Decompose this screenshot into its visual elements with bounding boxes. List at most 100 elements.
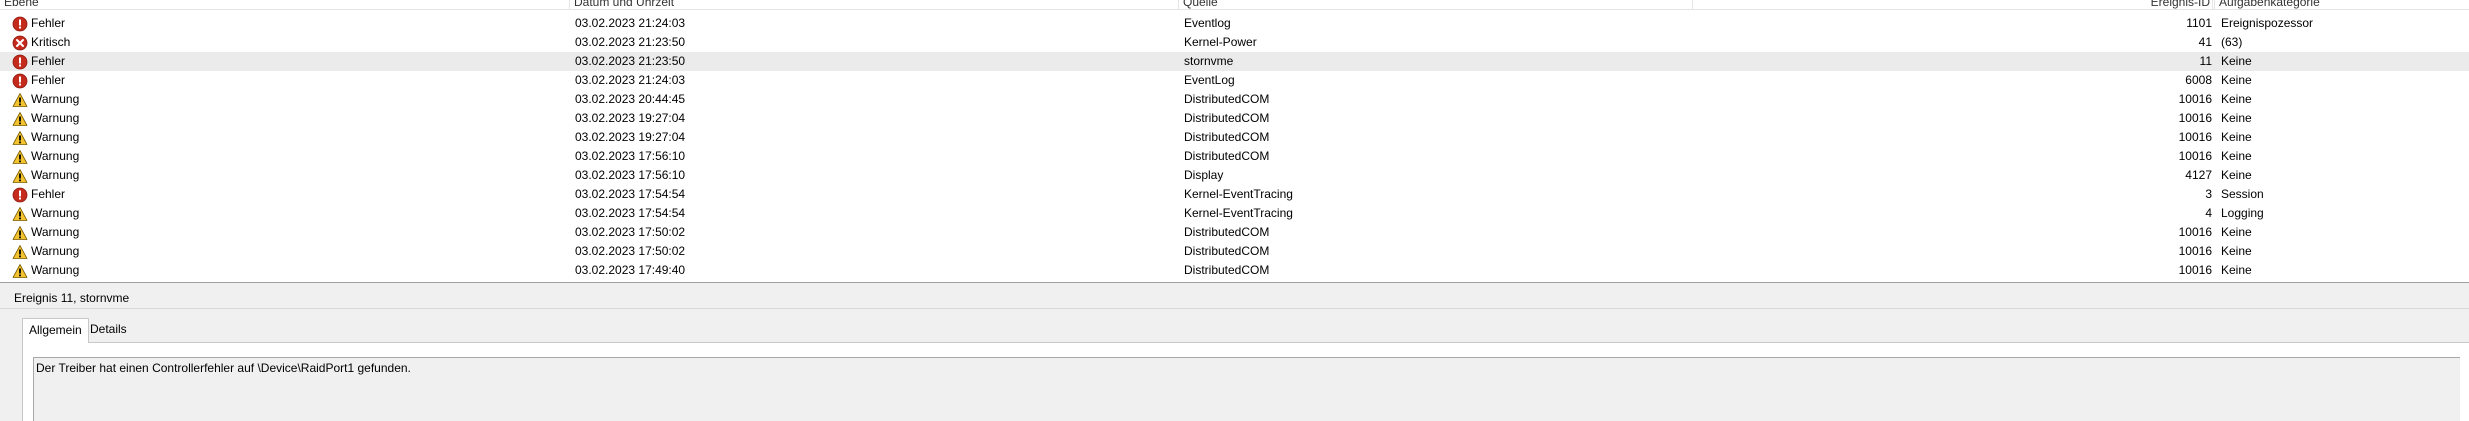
task-category-cell: Keine: [2221, 130, 2252, 144]
date-cell: 03.02.2023 17:54:54: [575, 206, 686, 220]
event-id-cell: 10016: [2178, 149, 2212, 163]
level-cell: Warnung: [12, 128, 562, 147]
event-id-cell: 4127: [2185, 168, 2212, 182]
level-text: Warnung: [31, 168, 80, 182]
date-cell: 03.02.2023 17:50:02: [575, 244, 686, 258]
tab-details[interactable]: Details: [84, 318, 133, 342]
level-text: Warnung: [31, 244, 80, 258]
date-cell: 03.02.2023 21:24:03: [575, 73, 686, 87]
source-cell: Display: [1184, 168, 1224, 182]
source-cell: DistributedCOM: [1184, 244, 1270, 258]
date-cell: 03.02.2023 21:23:50: [575, 54, 686, 68]
tab-general[interactable]: Allgemein: [22, 318, 89, 343]
column-header-source[interactable]: Quelle: [1179, 0, 1693, 9]
date-cell: 03.02.2023 17:49:40: [575, 263, 686, 277]
event-message-text: Der Treiber hat einen Controllerfehler a…: [36, 361, 411, 375]
task-category-cell: Keine: [2221, 92, 2252, 106]
level-text: Warnung: [31, 206, 80, 220]
level-cell: Warnung: [12, 204, 562, 223]
date-cell: 03.02.2023 19:27:04: [575, 130, 686, 144]
warning-icon: [12, 244, 28, 260]
table-row[interactable]: Warnung 03.02.2023 20:44:45 DistributedCOM…: [0, 90, 2469, 109]
column-header-level[interactable]: Ebene: [0, 0, 570, 9]
table-row[interactable]: Warnung 03.02.2023 17:49:40 DistributedCOM…: [0, 261, 2469, 280]
column-header-task-category[interactable]: Aufgabenkategorie: [2215, 0, 2469, 9]
task-category-cell: (63): [2221, 35, 2243, 49]
table-row[interactable]: Fehler 03.02.2023 21:23:50 stornvme 11 Keine: [0, 52, 2469, 71]
event-id-cell: 10016: [2178, 225, 2212, 239]
level-text: Warnung: [31, 92, 80, 106]
level-cell: Warnung: [12, 242, 562, 261]
level-cell: Warnung: [12, 109, 562, 128]
event-id-cell: 10016: [2178, 111, 2212, 125]
general-tab-panel: Der Treiber hat einen Controllerfehler a…: [22, 342, 2469, 421]
date-cell: 03.02.2023 21:23:50: [575, 35, 686, 49]
column-header-event-id[interactable]: Ereignis-ID: [2100, 0, 2215, 9]
warning-icon: [12, 263, 28, 279]
source-cell: stornvme: [1184, 54, 1234, 68]
event-list[interactable]: Ebene Datum und Uhrzeit Quelle Ereignis-…: [0, 0, 2469, 283]
event-id-cell: 10016: [2178, 130, 2212, 144]
task-category-cell: Keine: [2221, 168, 2252, 182]
event-detail-title: Ereignis 11, stornvme: [0, 287, 2469, 309]
task-category-cell: Keine: [2221, 263, 2252, 277]
level-cell: Fehler: [12, 14, 562, 33]
level-text: Fehler: [31, 187, 66, 201]
task-category-cell: Keine: [2221, 244, 2252, 258]
source-cell: DistributedCOM: [1184, 130, 1270, 144]
table-row[interactable]: Kritisch 03.02.2023 21:23:50 Kernel-Power 4…: [0, 33, 2469, 52]
event-id-cell: 41: [2198, 35, 2212, 49]
event-id-cell: 10016: [2178, 244, 2212, 258]
task-category-cell: Session: [2221, 187, 2264, 201]
table-row[interactable]: Warnung 03.02.2023 19:27:04 DistributedCOM…: [0, 109, 2469, 128]
task-category-cell: Keine: [2221, 54, 2252, 68]
date-cell: 03.02.2023 17:54:54: [575, 187, 686, 201]
warning-icon: [12, 206, 28, 222]
column-header-row: Ebene Datum und Uhrzeit Quelle Ereignis-…: [0, 0, 2469, 10]
error-icon: [12, 187, 28, 203]
error-icon: [12, 73, 28, 89]
source-cell: Kernel-Power: [1184, 35, 1257, 49]
table-row[interactable]: Fehler 03.02.2023 21:24:03 Eventlog 1101 Ere…: [0, 14, 2469, 33]
task-category-cell: Keine: [2221, 111, 2252, 125]
table-row[interactable]: Warnung 03.02.2023 17:50:02 DistributedCOM…: [0, 242, 2469, 261]
level-text: Warnung: [31, 130, 80, 144]
table-row[interactable]: Warnung 03.02.2023 17:56:10 Display 4127 Kei…: [0, 166, 2469, 185]
level-cell: Fehler: [12, 71, 562, 90]
level-text: Kritisch: [31, 35, 71, 49]
date-cell: 03.02.2023 21:24:03: [575, 16, 686, 30]
table-row[interactable]: Warnung 03.02.2023 17:50:02 DistributedCOM…: [0, 223, 2469, 242]
date-cell: 03.02.2023 20:44:45: [575, 92, 686, 106]
source-cell: Eventlog: [1184, 16, 1231, 30]
task-category-cell: Keine: [2221, 225, 2252, 239]
level-text: Warnung: [31, 111, 80, 125]
source-cell: DistributedCOM: [1184, 111, 1270, 125]
date-cell: 03.02.2023 19:27:04: [575, 111, 686, 125]
source-cell: DistributedCOM: [1184, 149, 1270, 163]
event-id-cell: 3: [2205, 187, 2212, 201]
level-text: Warnung: [31, 149, 80, 163]
level-text: Fehler: [31, 16, 66, 30]
event-message-box[interactable]: Der Treiber hat einen Controllerfehler a…: [33, 357, 2460, 421]
level-cell: Warnung: [12, 261, 562, 280]
level-text: Warnung: [31, 263, 80, 277]
table-row[interactable]: Warnung 03.02.2023 17:54:54 Kernel-EventTr…: [0, 204, 2469, 223]
level-cell: Warnung: [12, 166, 562, 185]
level-cell: Fehler: [12, 185, 562, 204]
critical-icon: [12, 35, 28, 51]
level-cell: Warnung: [12, 147, 562, 166]
table-row[interactable]: Warnung 03.02.2023 19:27:04 DistributedCOM…: [0, 128, 2469, 147]
warning-icon: [12, 111, 28, 127]
task-category-cell: Ereignispozessor: [2221, 16, 2314, 30]
error-icon: [12, 16, 28, 32]
task-category-cell: Logging: [2221, 206, 2264, 220]
event-id-cell: 4: [2205, 206, 2212, 220]
date-cell: 03.02.2023 17:56:10: [575, 149, 686, 163]
table-row[interactable]: Warnung 03.02.2023 17:56:10 DistributedCOM…: [0, 147, 2469, 166]
warning-icon: [12, 168, 28, 184]
table-row[interactable]: Fehler 03.02.2023 21:24:03 EventLog 6008 Kei…: [0, 71, 2469, 90]
date-cell: 03.02.2023 17:56:10: [575, 168, 686, 182]
column-header-date[interactable]: Datum und Uhrzeit: [570, 0, 1179, 9]
event-id-cell: 10016: [2178, 92, 2212, 106]
table-row[interactable]: Fehler 03.02.2023 17:54:54 Kernel-EventTra…: [0, 185, 2469, 204]
